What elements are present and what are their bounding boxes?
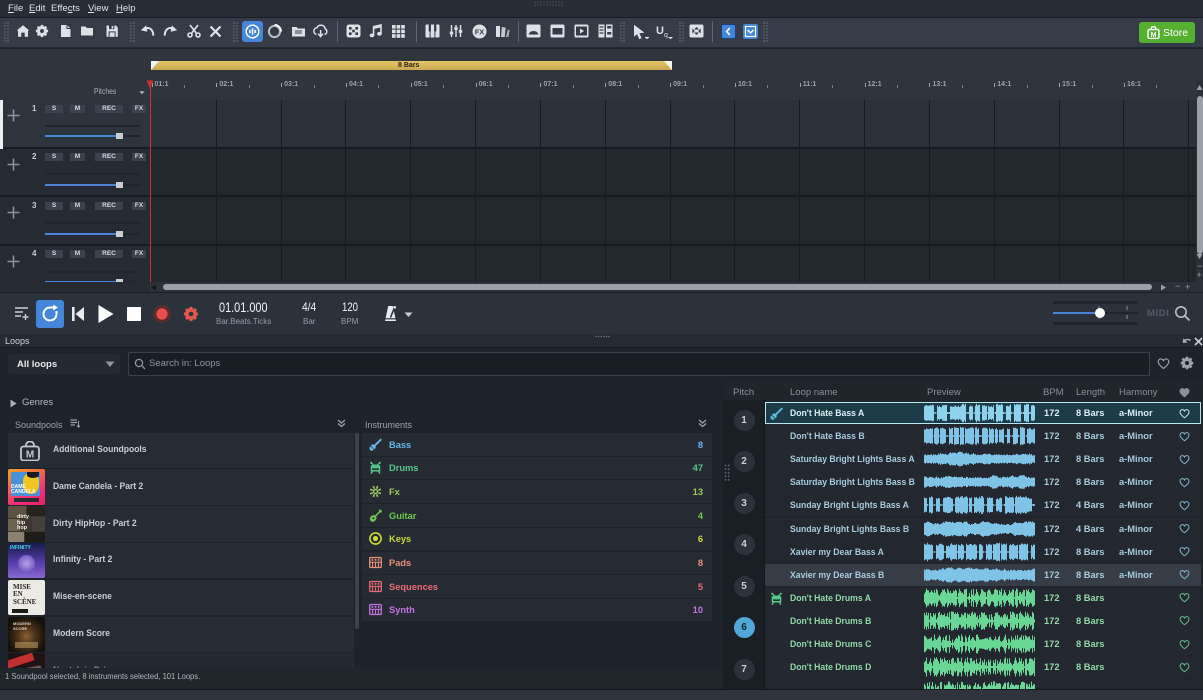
svg-text:M: M (26, 449, 34, 460)
svg-text:U: U (656, 25, 664, 37)
svg-text:M: M (1151, 32, 1157, 39)
svg-text:FX: FX (475, 27, 485, 36)
svg-text:q: q (664, 32, 668, 39)
